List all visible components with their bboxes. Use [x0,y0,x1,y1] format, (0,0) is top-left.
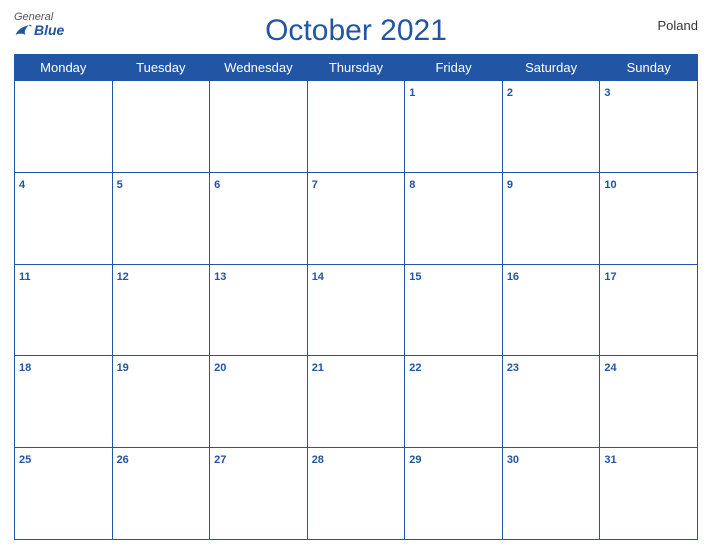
calendar-cell: 18 [15,356,113,448]
calendar-cell: 12 [112,264,210,356]
weekday-header-row: Monday Tuesday Wednesday Thursday Friday… [15,55,698,81]
calendar-cell: 4 [15,172,113,264]
calendar-cell: 5 [112,172,210,264]
calendar-week-row: 18 19 20 21 22 23 24 [15,356,698,448]
calendar-cell: 30 [502,448,600,540]
day-number: 19 [117,362,129,374]
day-number: 27 [214,454,226,466]
calendar-cell: 11 [15,264,113,356]
col-friday: Friday [405,55,503,81]
calendar-cell [112,81,210,173]
calendar-cell: 3 [600,81,698,173]
day-number: 26 [117,454,129,466]
calendar-table: Monday Tuesday Wednesday Thursday Friday… [14,54,698,540]
col-saturday: Saturday [502,55,600,81]
day-number: 6 [214,179,220,191]
day-number: 18 [19,362,31,374]
day-number: 11 [19,271,31,283]
day-number: 22 [409,362,421,374]
calendar-cell: 26 [112,448,210,540]
day-number: 29 [409,454,421,466]
calendar-cell: 23 [502,356,600,448]
day-number: 31 [604,454,616,466]
calendar-cell: 13 [210,264,308,356]
calendar-cell: 15 [405,264,503,356]
calendar-cell: 27 [210,448,308,540]
day-number: 25 [19,454,31,466]
calendar-header: General Blue October 2021 Poland [14,10,698,48]
calendar-cell: 24 [600,356,698,448]
day-number: 5 [117,179,123,191]
calendar-cell: 25 [15,448,113,540]
day-number: 14 [312,271,324,283]
month-title: October 2021 [265,14,447,48]
calendar-cell [307,81,405,173]
day-number: 28 [312,454,324,466]
calendar-week-row: 11 12 13 14 15 16 17 [15,264,698,356]
calendar-cell: 28 [307,448,405,540]
calendar-page: General Blue October 2021 Poland Monday … [0,0,712,550]
calendar-cell: 31 [600,448,698,540]
logo-blue-text: Blue [14,23,64,37]
day-number: 16 [507,271,519,283]
col-tuesday: Tuesday [112,55,210,81]
day-number: 8 [409,179,415,191]
col-sunday: Sunday [600,55,698,81]
calendar-cell: 22 [405,356,503,448]
calendar-week-row: 1 2 3 [15,81,698,173]
calendar-cell [15,81,113,173]
day-number: 1 [409,87,415,99]
calendar-cell: 6 [210,172,308,264]
calendar-cell: 2 [502,81,600,173]
calendar-cell: 8 [405,172,503,264]
calendar-cell: 14 [307,264,405,356]
calendar-cell: 17 [600,264,698,356]
day-number: 9 [507,179,513,191]
day-number: 2 [507,87,513,99]
day-number: 30 [507,454,519,466]
day-number: 3 [604,87,610,99]
logo: General Blue [14,12,64,37]
calendar-cell: 29 [405,448,503,540]
day-number: 21 [312,362,324,374]
calendar-cell: 19 [112,356,210,448]
day-number: 7 [312,179,318,191]
day-number: 4 [19,179,25,191]
calendar-cell: 9 [502,172,600,264]
day-number: 17 [604,271,616,283]
calendar-cell: 20 [210,356,308,448]
day-number: 10 [604,179,616,191]
day-number: 13 [214,271,226,283]
day-number: 20 [214,362,226,374]
calendar-week-row: 4 5 6 7 8 9 10 [15,172,698,264]
country-label: Poland [658,18,698,33]
day-number: 15 [409,271,421,283]
calendar-cell: 1 [405,81,503,173]
calendar-cell: 21 [307,356,405,448]
day-number: 24 [604,362,616,374]
calendar-cell: 16 [502,264,600,356]
calendar-cell [210,81,308,173]
logo-bird-icon [14,23,32,37]
day-number: 23 [507,362,519,374]
calendar-week-row: 25 26 27 28 29 30 31 [15,448,698,540]
col-monday: Monday [15,55,113,81]
calendar-cell: 10 [600,172,698,264]
calendar-cell: 7 [307,172,405,264]
col-wednesday: Wednesday [210,55,308,81]
day-number: 12 [117,271,129,283]
col-thursday: Thursday [307,55,405,81]
